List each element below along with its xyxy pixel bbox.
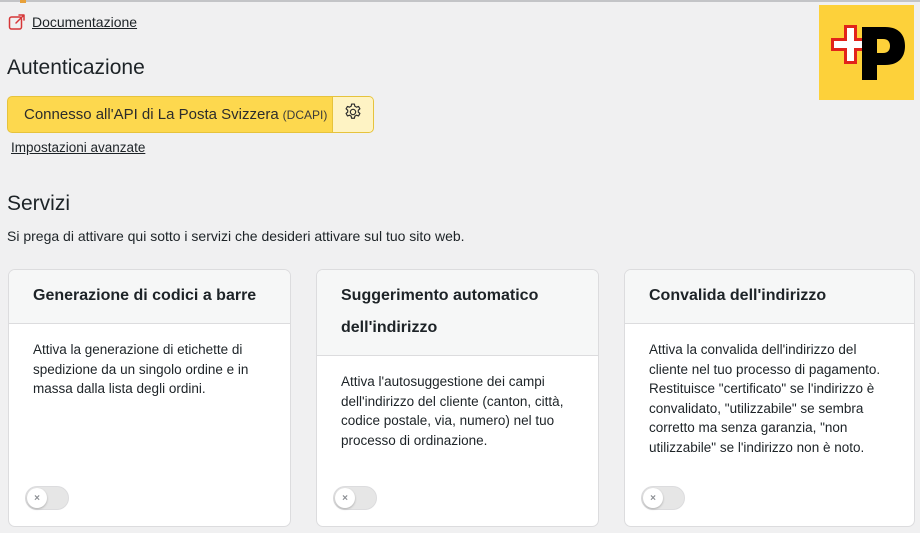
services-description: Si prega di attivare qui sotto i servizi… bbox=[7, 228, 465, 244]
service-card-address-validation: Convalida dell'indirizzo Attiva la conva… bbox=[624, 269, 915, 527]
card-title: Generazione di codici a barre bbox=[33, 287, 257, 304]
api-connection-button[interactable]: Connesso all'API di La Posta Svizzera (D… bbox=[7, 96, 374, 133]
card-title: Suggerimento automatico dell'indirizzo bbox=[341, 287, 539, 336]
documentation-link[interactable]: Documentazione bbox=[8, 13, 137, 31]
service-card-barcode: Generazione di codici a barre Attiva la … bbox=[8, 269, 291, 527]
authentication-title: Autenticazione bbox=[7, 56, 145, 79]
top-divider bbox=[0, 0, 920, 2]
card-header: Generazione di codici a barre bbox=[9, 270, 290, 324]
card-header: Suggerimento automatico dell'indirizzo bbox=[317, 270, 598, 356]
toggle-knob: × bbox=[335, 488, 355, 508]
service-card-address-suggestion: Suggerimento automatico dell'indirizzo A… bbox=[316, 269, 599, 527]
card-description: Attiva la generazione di etichette di sp… bbox=[33, 342, 249, 396]
external-link-icon bbox=[8, 13, 26, 31]
swiss-post-logo bbox=[819, 5, 914, 100]
api-connection-suffix: (DCAPI) bbox=[282, 107, 328, 122]
toggle-knob: × bbox=[643, 488, 663, 508]
address-suggestion-toggle[interactable]: × bbox=[333, 486, 377, 510]
top-accent-mark bbox=[20, 0, 26, 3]
gear-icon bbox=[343, 102, 363, 127]
api-connection-main[interactable]: Connesso all'API di La Posta Svizzera (D… bbox=[8, 97, 332, 132]
toggle-knob: × bbox=[27, 488, 47, 508]
documentation-link-label[interactable]: Documentazione bbox=[32, 14, 137, 30]
api-settings-button[interactable] bbox=[332, 97, 373, 132]
card-title: Convalida dell'indirizzo bbox=[649, 287, 827, 304]
card-description: Attiva l'autosuggestione dei campi dell'… bbox=[341, 374, 564, 448]
advanced-settings-link[interactable]: Impostazioni avanzate bbox=[11, 140, 145, 155]
barcode-toggle[interactable]: × bbox=[25, 486, 69, 510]
address-validation-toggle[interactable]: × bbox=[641, 486, 685, 510]
api-connection-label: Connesso all'API di La Posta Svizzera bbox=[24, 106, 279, 123]
card-description: Attiva la convalida dell'indirizzo del c… bbox=[649, 342, 881, 455]
services-title: Servizi bbox=[7, 192, 71, 215]
card-header: Convalida dell'indirizzo bbox=[625, 270, 914, 324]
